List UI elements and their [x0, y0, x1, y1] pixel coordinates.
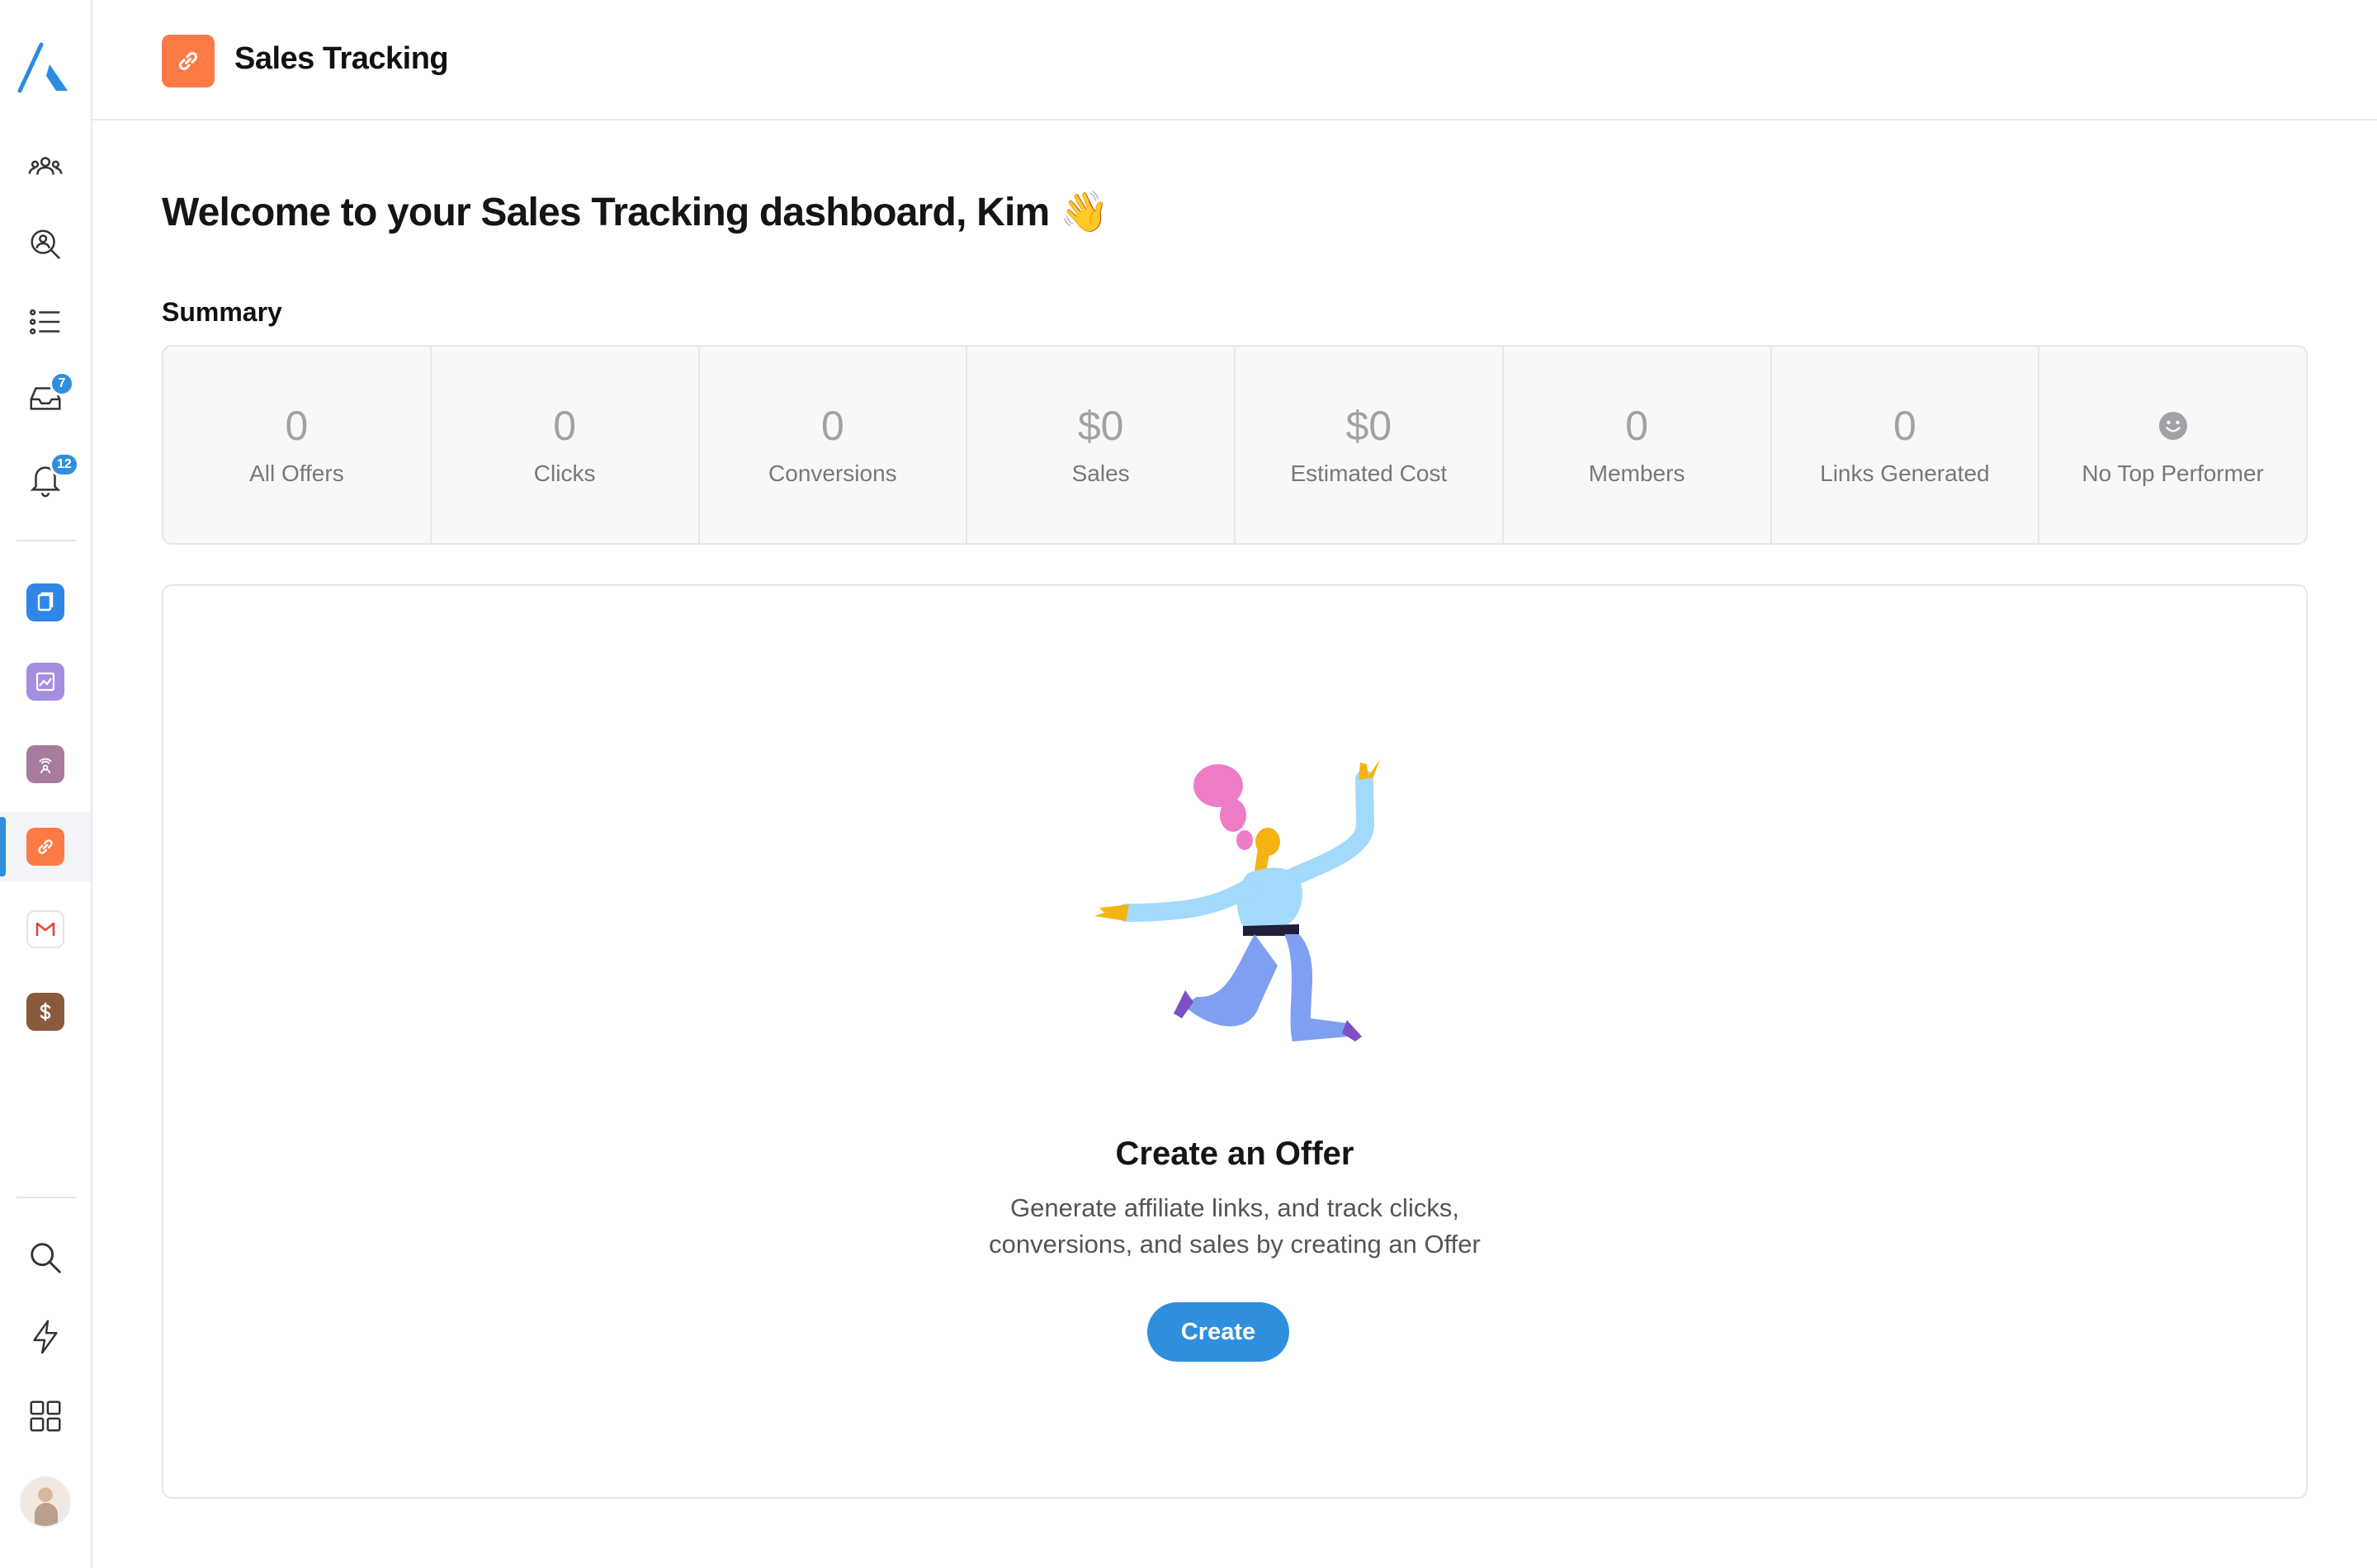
live-app-tile — [26, 745, 64, 783]
sidebar-app-payments[interactable] — [0, 977, 91, 1046]
pages-icon — [37, 592, 54, 612]
create-offer-button[interactable]: Create — [1147, 1302, 1289, 1362]
smiley-icon — [2158, 412, 2187, 440]
welcome-heading: Welcome to your Sales Tracking dashboard… — [162, 188, 1109, 235]
sidebar-app-live[interactable] — [0, 730, 91, 799]
sidebar-item-members[interactable] — [0, 132, 91, 201]
stat-label: Links Generated — [1820, 460, 1990, 486]
list-icon — [30, 309, 60, 335]
stat-sales[interactable]: $0 Sales — [967, 347, 1236, 543]
sidebar-item-notifications[interactable]: 12 — [0, 444, 91, 513]
stat-label: Clicks — [533, 460, 596, 486]
stat-label: Conversions — [768, 460, 897, 486]
gallery-icon — [35, 672, 55, 692]
sidebar-item-search-people[interactable] — [0, 210, 91, 279]
stat-value: $0 — [1345, 403, 1392, 449]
page-title: Sales Tracking — [234, 41, 449, 76]
stat-value: 0 — [820, 403, 844, 449]
sidebar-item-inbox[interactable]: 7 — [0, 363, 91, 432]
search-icon — [31, 1243, 61, 1273]
brand-logo[interactable] — [13, 33, 79, 99]
page-header: Sales Tracking — [92, 0, 2377, 120]
stat-value: 0 — [553, 403, 577, 449]
stat-value: $0 — [1077, 403, 1124, 449]
stat-conversions[interactable]: 0 Conversions — [700, 347, 968, 543]
sidebar-app-gallery[interactable] — [0, 647, 91, 716]
notifications-badge: 12 — [50, 452, 79, 477]
empty-state-description: Generate affiliate links, and track clic… — [989, 1193, 1481, 1259]
sales-tracking-app-tile — [26, 828, 64, 866]
email-app-tile — [26, 910, 64, 948]
payments-app-tile — [26, 993, 64, 1031]
sidebar-divider — [17, 540, 76, 541]
stat-links-generated[interactable]: 0 Links Generated — [1772, 347, 2040, 543]
sidebar-app-email[interactable] — [0, 895, 91, 964]
link-icon — [178, 51, 198, 71]
stat-value: 0 — [1625, 403, 1649, 449]
stat-clicks[interactable]: 0 Clicks — [432, 347, 700, 543]
sidebar-item-list[interactable] — [0, 287, 91, 357]
stat-label: Members — [1588, 460, 1685, 486]
pages-app-tile — [26, 583, 64, 621]
sidebar-app-pages[interactable] — [0, 568, 91, 637]
empty-state-title: Create an Offer — [1115, 1136, 1354, 1172]
stat-label: Estimated Cost — [1290, 460, 1448, 486]
link-icon — [38, 839, 53, 854]
stat-all-offers[interactable]: 0 All Offers — [163, 347, 432, 543]
sidebar-item-profile[interactable] — [0, 1467, 91, 1537]
stat-members[interactable]: 0 Members — [1504, 347, 1772, 543]
brand-logo-icon — [17, 42, 68, 93]
email-icon — [35, 922, 55, 936]
lightning-icon — [33, 1320, 58, 1354]
welcome-text: Welcome to your Sales Tracking dashboard… — [162, 191, 1050, 234]
dancing-person-illustration — [1094, 759, 1380, 1041]
apps-grid-icon — [30, 1400, 61, 1432]
members-icon — [28, 157, 63, 175]
user-avatar — [20, 1476, 71, 1528]
stat-estimated-cost[interactable]: $0 Estimated Cost — [1236, 347, 1504, 543]
stat-value: 0 — [285, 403, 309, 449]
inbox-badge: 7 — [50, 371, 74, 396]
wave-emoji-icon: 👋 — [1059, 191, 1109, 234]
sidebar: 7 12 — [0, 0, 92, 1568]
sidebar-item-automations[interactable] — [0, 1302, 91, 1372]
sidebar-item-apps[interactable] — [0, 1381, 91, 1451]
sidebar-item-search[interactable] — [0, 1223, 91, 1292]
search-people-icon — [31, 229, 61, 260]
sidebar-app-sales-tracking[interactable] — [0, 812, 91, 881]
sales-tracking-header-icon — [162, 35, 215, 87]
live-broadcast-icon — [39, 758, 52, 774]
stat-top-performer[interactable]: No Top Performer — [2039, 347, 2306, 543]
summary-label: Summary — [162, 297, 282, 327]
stat-value — [2158, 403, 2188, 449]
dollar-icon — [40, 1002, 51, 1022]
sidebar-divider-bottom — [17, 1197, 76, 1198]
stat-value: 0 — [1893, 403, 1916, 449]
summary-stats: 0 All Offers 0 Clicks 0 Conversions $0 S… — [162, 345, 2308, 545]
gallery-app-tile — [26, 663, 64, 701]
stat-label: No Top Performer — [2082, 460, 2264, 486]
stat-label: All Offers — [249, 460, 344, 486]
stat-label: Sales — [1071, 460, 1130, 486]
